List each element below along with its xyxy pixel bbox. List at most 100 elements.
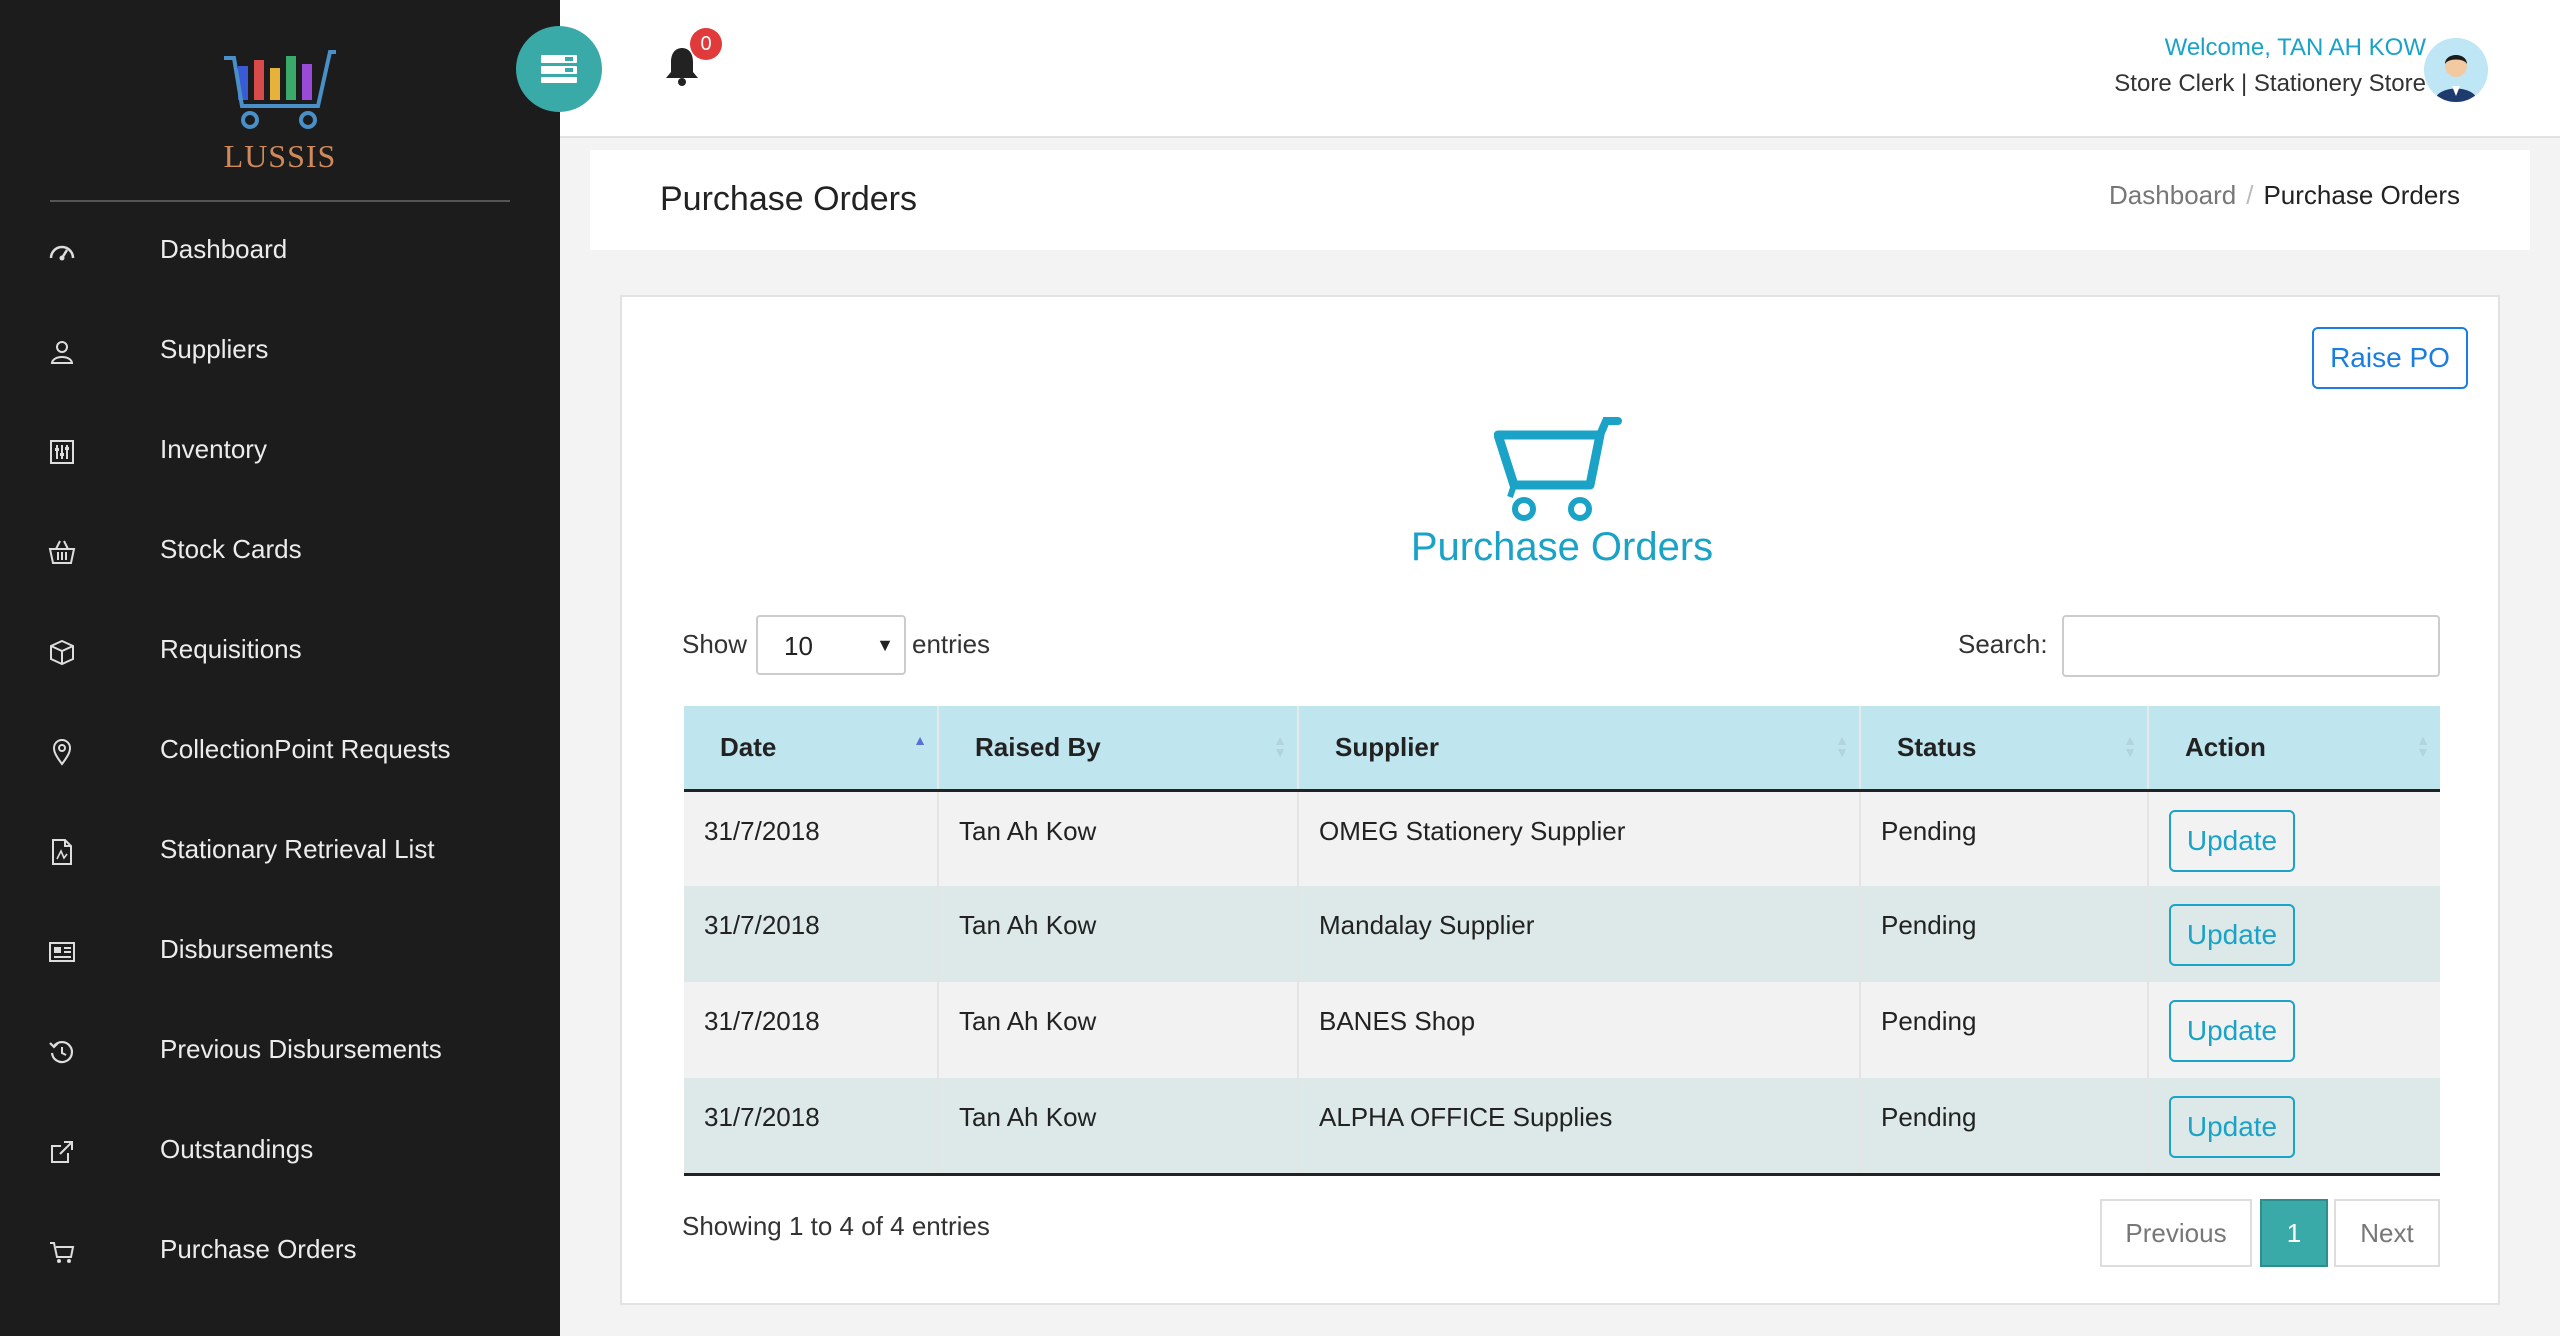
shopping-cart-icon [1494,417,1622,521]
cell-supplier: ALPHA OFFICE Supplies [1298,1078,1861,1176]
sidebar-item-label: Outstandings [160,1134,314,1164]
column-header-label: Date [720,731,777,762]
history-icon [49,1040,74,1064]
cell-status: Pending [1860,1078,2149,1176]
table-row: 31/7/2018 Tan Ah Kow BANES Shop Pending … [684,982,2440,1078]
basket-icon [48,540,76,564]
raise-po-button[interactable]: Raise PO [2312,327,2468,389]
breadcrumb-dashboard-link[interactable]: Dashboard [2109,180,2236,210]
breadcrumb: Dashboard / Purchase Orders [2109,180,2460,211]
page-size-value: 10 [784,631,813,661]
search-label: Search: [1958,629,2048,659]
user-avatar[interactable] [2424,38,2488,102]
column-header-action[interactable]: Action ▲ ▼ [2148,706,2440,792]
card-heading: Purchase Orders [1410,525,1714,569]
lussis-logo[interactable] [220,46,340,136]
sidebar-item-outstandings[interactable]: Outstandings [0,1112,560,1192]
sidebar-item-suppliers[interactable]: Suppliers [0,312,560,392]
column-header-status[interactable]: Status ▲ ▼ [1860,706,2149,792]
user-icon [50,341,74,364]
top-header [560,0,2560,138]
sidebar: LUSSIS Dashboard Suppliers Inventory Sto… [0,0,560,1336]
sort-icon: ▲ ▼ [1273,732,1287,760]
column-header-label: Supplier [1335,731,1440,762]
sidebar-item-requisitions[interactable]: Requisitions [0,612,560,692]
cart-icon [50,1242,75,1263]
user-role-text: Store Clerk | Stationery Store [2114,70,2426,97]
sort-icon: ▲ ▼ [2123,732,2137,760]
purchase-orders-card: Raise PO Purchase Orders Show 10 ▼ entri… [620,295,2500,1305]
sidebar-item-previous-disbursements[interactable]: Previous Disbursements [0,1012,560,1092]
page-size-select[interactable]: 10 ▼ [756,615,906,675]
column-header-label: Action [2185,731,2266,762]
cell-action: Update [2148,982,2440,1078]
newspaper-icon [49,942,75,962]
column-header-label: Raised By [975,731,1101,762]
sidebar-item-label: Stationary Retrieval List [160,834,435,864]
sidebar-item-label: Suppliers [160,334,269,364]
notification-badge: 0 [690,28,722,60]
cell-raised-by: Tan Ah Kow [938,886,1299,982]
pdf-file-icon [52,839,72,865]
cell-raised-by: Tan Ah Kow [938,982,1299,1078]
sort-ascending-icon: ▲ [913,732,927,748]
page-1-button[interactable]: 1 [2260,1199,2328,1267]
sidebar-toggle-button[interactable] [516,26,602,112]
update-button[interactable]: Update [2169,1096,2295,1158]
sidebar-item-label: Stock Cards [160,534,302,564]
column-header-raised-by[interactable]: Raised By ▲ ▼ [938,706,1299,792]
next-page-button[interactable]: Next [2334,1199,2440,1267]
table-row: 31/7/2018 Tan Ah Kow OMEG Stationery Sup… [684,790,2440,886]
table-row: 31/7/2018 Tan Ah Kow ALPHA OFFICE Suppli… [684,1078,2440,1176]
box-icon [50,639,74,666]
sort-icon: ▲ ▼ [1835,732,1849,760]
entries-label: entries [912,629,991,659]
table-info-text: Showing 1 to 4 of 4 entries [682,1211,990,1241]
menu-toggle-icon [541,55,577,83]
cell-action: Update [2148,790,2440,886]
cell-supplier: Mandalay Supplier [1298,886,1861,982]
sidebar-item-disbursements[interactable]: Disbursements [0,912,560,992]
sidebar-item-stock-cards[interactable]: Stock Cards [0,512,560,592]
cell-supplier: BANES Shop [1298,982,1861,1078]
cell-supplier: OMEG Stationery Supplier [1298,790,1861,886]
sidebar-item-label: CollectionPoint Requests [160,734,451,764]
cell-status: Pending [1860,982,2149,1078]
search-input[interactable] [2062,615,2440,677]
breadcrumb-separator: / [2246,180,2254,210]
cell-date: 31/7/2018 [684,982,939,1078]
map-pin-icon [52,739,72,766]
sidebar-item-inventory[interactable]: Inventory [0,412,560,492]
cell-date: 31/7/2018 [684,886,939,982]
sidebar-item-label: Previous Disbursements [160,1034,442,1064]
brand-name: LUSSIS [223,138,337,174]
update-button[interactable]: Update [2169,904,2295,966]
cell-status: Pending [1860,790,2149,886]
sidebar-item-stationary-retrieval-list[interactable]: Stationary Retrieval List [0,812,560,892]
sort-icon: ▲ ▼ [2416,732,2430,760]
column-header-date[interactable]: Date ▲ [684,706,939,792]
previous-page-button[interactable]: Previous [2100,1199,2252,1267]
external-link-icon [51,1141,73,1163]
update-button[interactable]: Update [2169,1000,2295,1062]
sidebar-item-label: Dashboard [160,234,288,264]
cell-action: Update [2148,1078,2440,1176]
sidebar-item-collectionpoint-requests[interactable]: CollectionPoint Requests [0,712,560,792]
update-button[interactable]: Update [2169,809,2295,872]
cell-raised-by: Tan Ah Kow [938,1078,1299,1176]
sidebar-item-purchase-orders[interactable]: Purchase Orders [0,1212,560,1292]
show-label: Show [682,629,748,659]
column-header-supplier[interactable]: Supplier ▲ ▼ [1298,706,1861,792]
cell-action: Update [2148,886,2440,982]
table-header-row: Date ▲ Raised By ▲ ▼ Supplier ▲ ▼ Status ▲ ▼ Ac… [684,706,2440,792]
breadcrumb-current: Purchase Orders [2263,180,2460,210]
sidebar-item-label: Purchase Orders [160,1234,357,1264]
sidebar-item-label: Inventory [160,434,267,464]
welcome-text: Welcome, TAN AH KOW [2164,34,2426,61]
column-header-label: Status [1897,731,1977,762]
sidebar-item-dashboard[interactable]: Dashboard [0,212,560,292]
purchase-orders-table: Date ▲ Raised By ▲ ▼ Supplier ▲ ▼ Status ▲ ▼ Ac… [684,706,2440,1176]
sidebar-item-label: Disbursements [160,934,334,964]
cell-status: Pending [1860,886,2149,982]
sidebar-divider [50,200,510,202]
